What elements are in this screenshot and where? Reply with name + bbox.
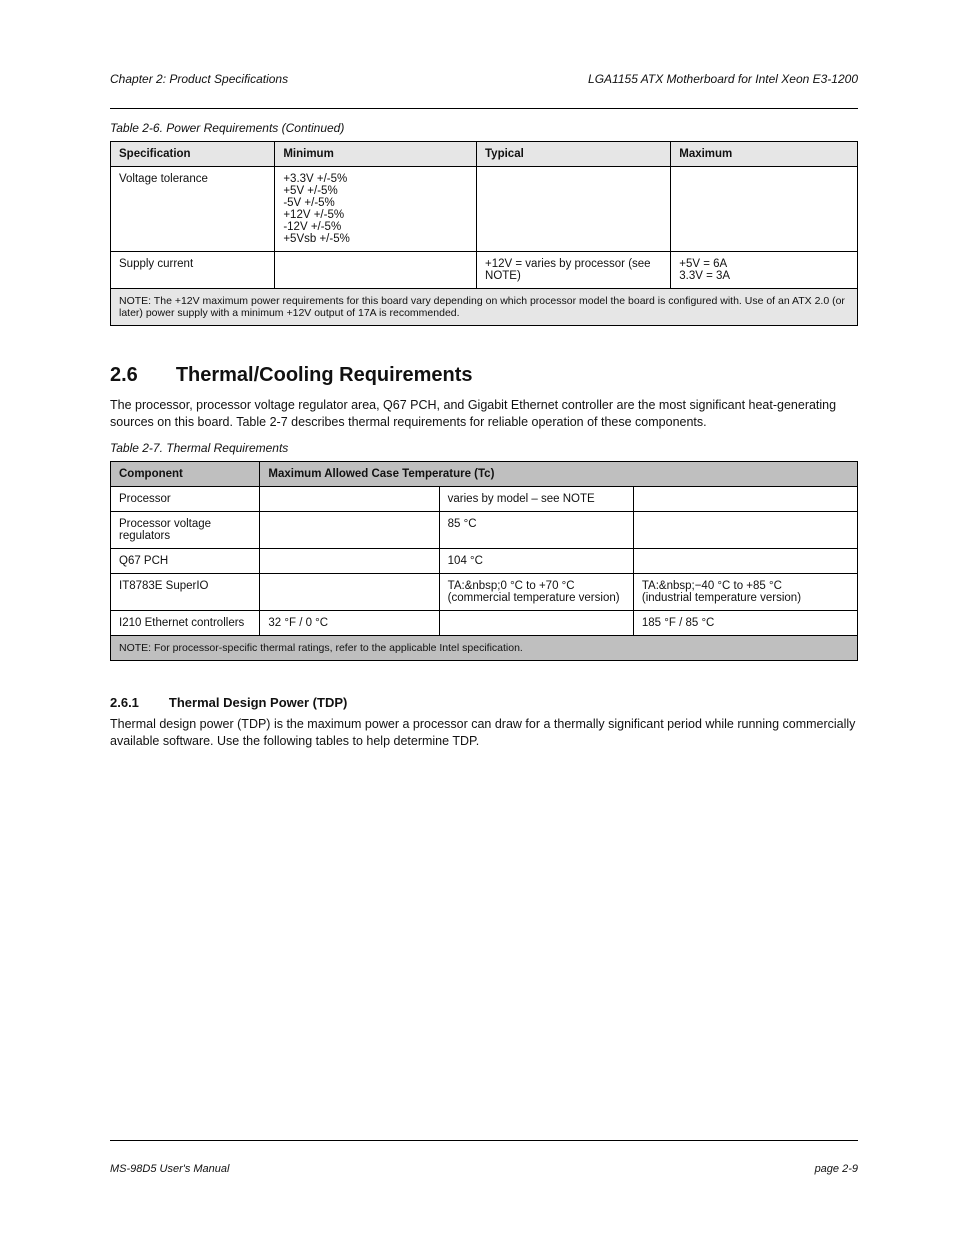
table-row: Supply current +12V = varies by processo… xyxy=(111,252,858,289)
cell xyxy=(260,548,439,573)
th-max-tc: Maximum Allowed Case Temperature (Tc) xyxy=(260,461,858,486)
table-row: Voltage tolerance +3.3V +/-5% +5V +/-5% … xyxy=(111,167,858,252)
table1-footnote: NOTE: The +12V maximum power requirement… xyxy=(111,289,858,326)
cell xyxy=(260,573,439,610)
cell: TA:&nbsp;−40 °C to +85 °C (industrial te… xyxy=(633,573,857,610)
page-footer: MS-98D5 User's Manual page 2-9 xyxy=(110,1163,858,1175)
header-rule xyxy=(110,108,858,109)
thermal-requirements-table: Component Maximum Allowed Case Temperatu… xyxy=(110,461,858,661)
cell: varies by model – see NOTE xyxy=(439,486,633,511)
cell xyxy=(633,511,857,548)
table-row: Processor voltage regulators 85 °C xyxy=(111,511,858,548)
subsection-body: Thermal design power (TDP) is the maximu… xyxy=(110,716,858,750)
th-typ: Typical xyxy=(477,142,671,167)
section-number: 2.6 xyxy=(110,364,138,387)
cell: +12V = varies by processor (see NOTE) xyxy=(477,252,671,289)
th-spec: Specification xyxy=(111,142,275,167)
cell: Voltage tolerance xyxy=(111,167,275,252)
cell: Processor xyxy=(111,486,260,511)
cell: Processor voltage regulators xyxy=(111,511,260,548)
table1-caption: Table 2-6. Power Requirements (Continued… xyxy=(110,121,858,135)
table-footnote-row: NOTE: For processor-specific thermal rat… xyxy=(111,635,858,660)
cell: IT8783E SuperIO xyxy=(111,573,260,610)
footer-manual: MS-98D5 User's Manual xyxy=(110,1163,229,1175)
header-chapter: Chapter 2: Product Specifications xyxy=(110,72,288,86)
footer-rule xyxy=(110,1140,858,1141)
cell xyxy=(260,486,439,511)
table-header-row: Specification Minimum Typical Maximum xyxy=(111,142,858,167)
footer-page: page 2-9 xyxy=(815,1163,858,1175)
th-component: Component xyxy=(111,461,260,486)
table2-footnote: NOTE: For processor-specific thermal rat… xyxy=(111,635,858,660)
cell: I210 Ethernet controllers xyxy=(111,610,260,635)
page-header: Chapter 2: Product Specifications LGA115… xyxy=(110,72,858,86)
table-footnote-row: NOTE: The +12V maximum power requirement… xyxy=(111,289,858,326)
cell: 104 °C xyxy=(439,548,633,573)
cell: Supply current xyxy=(111,252,275,289)
cell xyxy=(275,252,477,289)
power-requirements-table: Specification Minimum Typical Maximum Vo… xyxy=(110,141,858,326)
th-min: Minimum xyxy=(275,142,477,167)
table2-caption: Table 2-7. Thermal Requirements xyxy=(110,441,858,455)
subsection-heading: 2.6.1 Thermal Design Power (TDP) xyxy=(110,695,858,710)
cell xyxy=(633,486,857,511)
cell xyxy=(439,610,633,635)
section-heading: 2.6 Thermal/Cooling Requirements xyxy=(110,364,858,387)
table-row: Processor varies by model – see NOTE xyxy=(111,486,858,511)
cell: 185 °F / 85 °C xyxy=(633,610,857,635)
cell: Q67 PCH xyxy=(111,548,260,573)
cell xyxy=(260,511,439,548)
cell xyxy=(671,167,858,252)
cell: +3.3V +/-5% +5V +/-5% -5V +/-5% +12V +/-… xyxy=(275,167,477,252)
cell: +5V = 6A 3.3V = 3A xyxy=(671,252,858,289)
th-max: Maximum xyxy=(671,142,858,167)
subsection-number: 2.6.1 xyxy=(110,695,139,710)
section-title: Thermal/Cooling Requirements xyxy=(176,364,473,387)
section-intro: The processor, processor voltage regulat… xyxy=(110,397,858,431)
header-product: LGA1155 ATX Motherboard for Intel Xeon E… xyxy=(588,72,858,86)
table-header-row: Component Maximum Allowed Case Temperatu… xyxy=(111,461,858,486)
cell: 85 °C xyxy=(439,511,633,548)
cell: 32 °F / 0 °C xyxy=(260,610,439,635)
cell xyxy=(477,167,671,252)
table-row: Q67 PCH 104 °C xyxy=(111,548,858,573)
table-row: I210 Ethernet controllers 32 °F / 0 °C 1… xyxy=(111,610,858,635)
subsection-title: Thermal Design Power (TDP) xyxy=(169,695,347,710)
cell: TA:&nbsp;0 °C to +70 °C (commercial temp… xyxy=(439,573,633,610)
table-row: IT8783E SuperIO TA:&nbsp;0 °C to +70 °C … xyxy=(111,573,858,610)
cell xyxy=(633,548,857,573)
